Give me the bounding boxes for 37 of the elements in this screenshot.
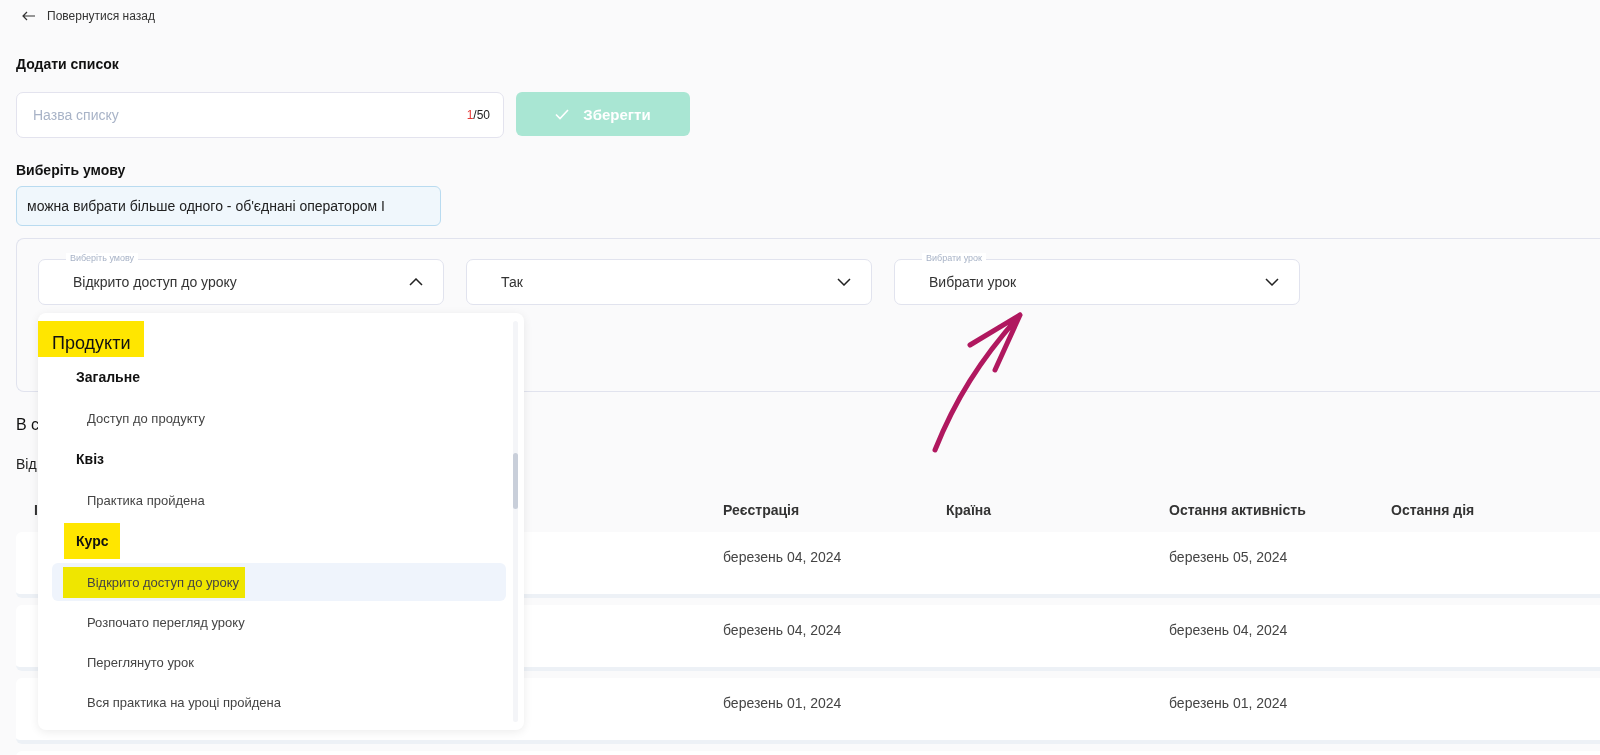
chevron-down-icon bbox=[1265, 278, 1279, 286]
scrollbar[interactable] bbox=[513, 321, 518, 722]
menu-item[interactable]: Розпочато перегляд уроку bbox=[52, 603, 506, 641]
section-title: Додати список bbox=[16, 56, 119, 72]
select-field[interactable]: Так bbox=[466, 259, 872, 305]
table-cell: березень 05, 2024 bbox=[1169, 549, 1288, 565]
table-cell: березень 04, 2024 bbox=[723, 549, 842, 565]
menu-item[interactable]: Вся практика на уроці пройдена bbox=[52, 683, 506, 721]
menu-item[interactable]: Відкрито доступ до уроку bbox=[52, 563, 506, 601]
menu-item[interactable]: Практика пройдена bbox=[52, 481, 506, 519]
column-header: Остання дія bbox=[1391, 502, 1475, 518]
back-arrow-icon bbox=[22, 11, 36, 21]
chevron-down-icon bbox=[837, 278, 851, 286]
chevron-up-icon bbox=[409, 278, 423, 286]
menu-group-label: Курс bbox=[64, 523, 121, 559]
field-label: Вибрати урок bbox=[922, 253, 986, 263]
table-cell: березень 04, 2024 bbox=[723, 622, 842, 638]
character-counter: 1/50 bbox=[466, 108, 490, 122]
section-title: Виберіть умову bbox=[16, 162, 126, 178]
column-header: Країна bbox=[946, 502, 992, 518]
section-heading: В с bbox=[16, 416, 40, 434]
field-label: Виберіть умову bbox=[66, 253, 139, 263]
table-cell: березень 01, 2024 bbox=[723, 695, 842, 711]
column-header: Реєстрація bbox=[723, 502, 800, 518]
check-icon bbox=[555, 108, 570, 120]
menu-item[interactable]: Доступ до продукту bbox=[52, 399, 506, 437]
menu-group-label: Загальне bbox=[75, 368, 141, 387]
menu-item[interactable]: Переглянуто урок bbox=[52, 643, 506, 681]
back-link[interactable]: Повернутися назад bbox=[16, 0, 155, 23]
section-subtitle: Від bbox=[16, 456, 37, 472]
column-header: Остання активність bbox=[1169, 502, 1306, 518]
hint-box: можна вибрати більше одного - об'єднані оператором І bbox=[16, 186, 441, 226]
table-cell: березень 04, 2024 bbox=[1169, 622, 1288, 638]
menu-group-title: Продукти bbox=[38, 321, 145, 357]
table-cell: березень 01, 2024 bbox=[1169, 695, 1288, 711]
column-header: І bbox=[34, 502, 38, 518]
menu-group-label: Квіз bbox=[75, 450, 105, 469]
